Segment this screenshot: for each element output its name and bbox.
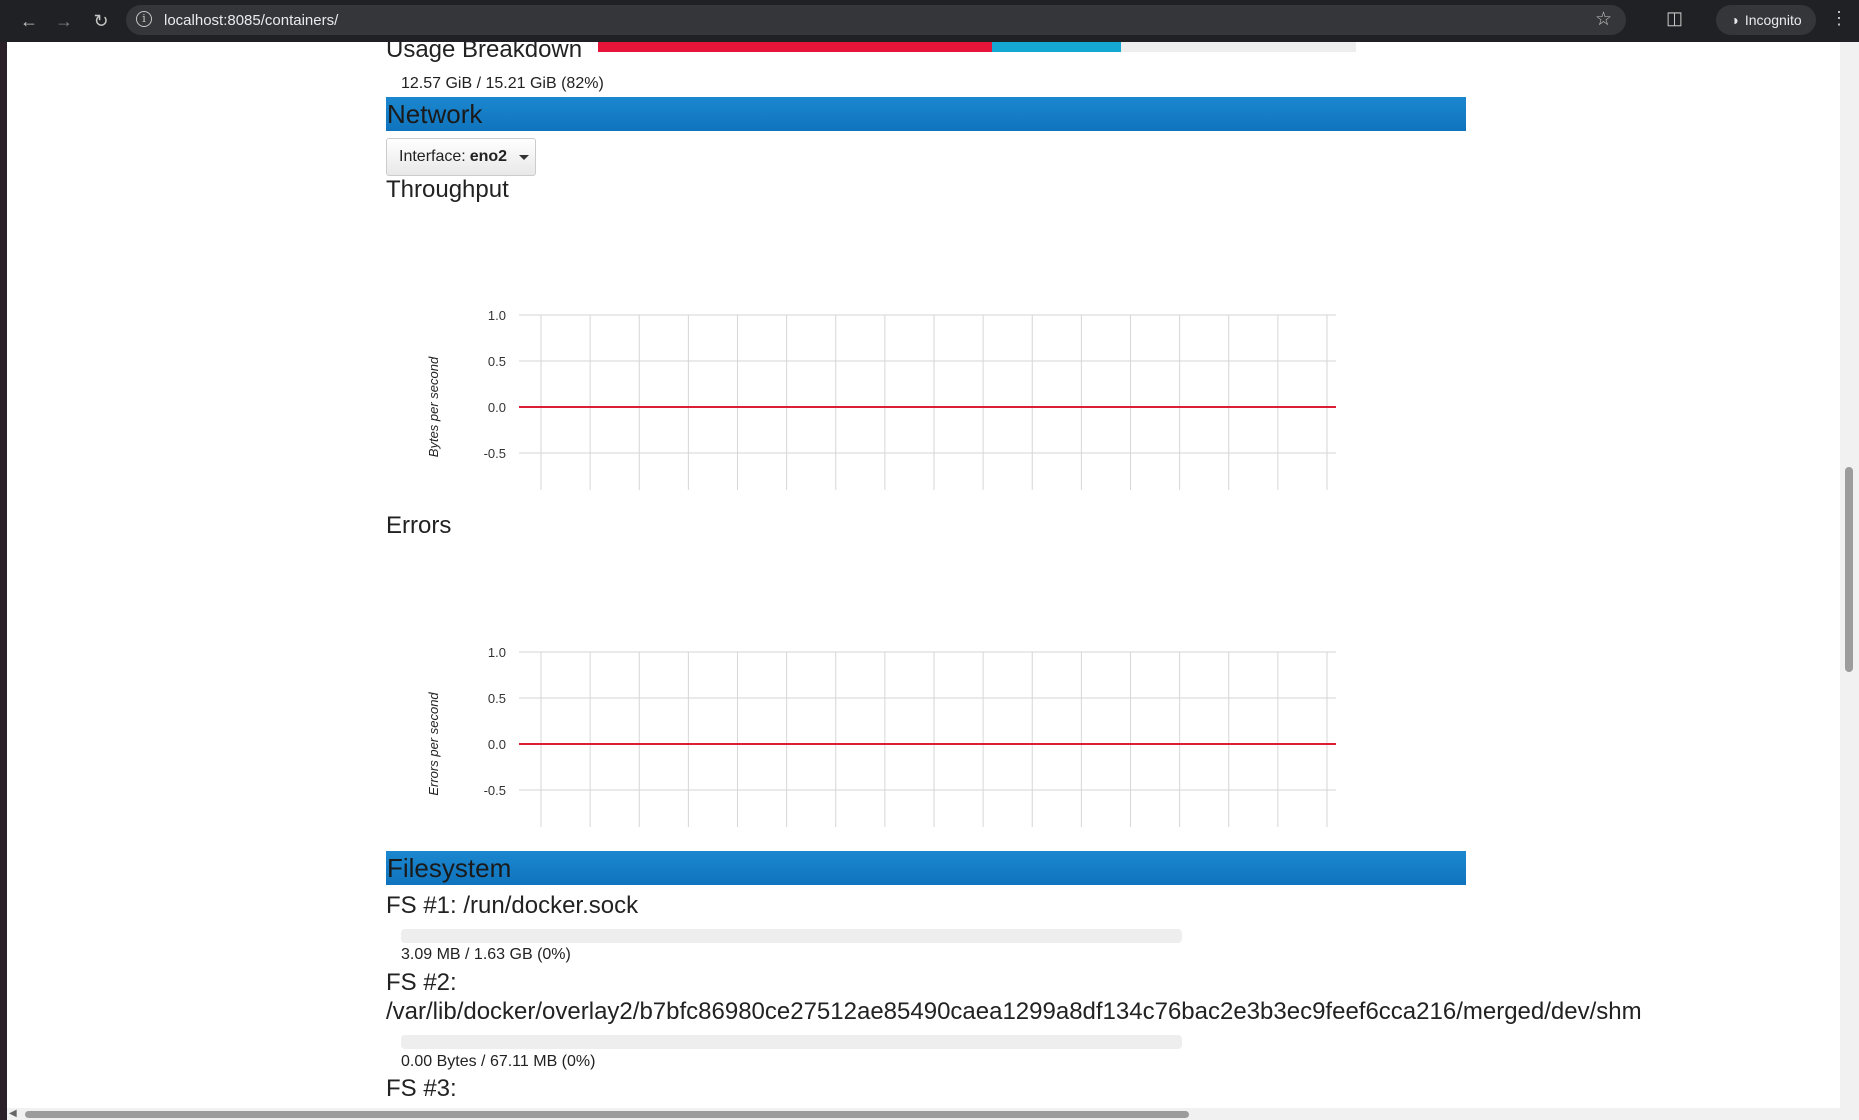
back-arrow-icon[interactable]: ← bbox=[16, 8, 42, 34]
memory-usage-segment-cache bbox=[992, 42, 1122, 52]
filesystem-section-header: Filesystem bbox=[386, 851, 1466, 885]
site-info-icon[interactable]: i bbox=[136, 11, 152, 27]
y-tick-label: 1.0 bbox=[488, 308, 506, 323]
errors-heading: Errors bbox=[386, 512, 452, 539]
throughput-chart: 1.00.50.0-0.5-1.04:34:35 PMUTC+5:304:34:… bbox=[386, 220, 1386, 490]
y-tick-label: 1.0 bbox=[488, 645, 506, 660]
memory-usage-segment-used bbox=[598, 42, 993, 52]
errors-chart: 1.00.50.0-0.5-1.04:34:35 PMUTC+5:304:34:… bbox=[386, 557, 1386, 827]
usage-breakdown-heading: Usage Breakdown bbox=[386, 42, 583, 63]
y-tick-label: 0.5 bbox=[488, 691, 506, 706]
fs-2-label: FS #2: bbox=[386, 969, 457, 996]
y-tick-label: 0.0 bbox=[488, 400, 506, 415]
fs-2-usage-bar bbox=[401, 1035, 1182, 1049]
interface-label: Interface: bbox=[399, 148, 466, 165]
scroll-left-icon[interactable]: ◀ bbox=[9, 1108, 17, 1119]
url-text: localhost:8085/containers/ bbox=[164, 12, 339, 29]
fs-1-usage-bar bbox=[401, 929, 1182, 943]
page-content: Usage Breakdown 12.57 GiB / 15.21 GiB (8… bbox=[0, 42, 1840, 1120]
y-tick-label: 0.0 bbox=[488, 737, 506, 752]
reload-icon[interactable]: ↻ bbox=[88, 8, 114, 34]
chart-svg: 1.00.50.0-0.5-1.04:34:35 PMUTC+5:304:34:… bbox=[426, 645, 1336, 827]
bookmark-star-icon[interactable]: ☆ bbox=[1595, 8, 1612, 31]
incognito-label: Incognito bbox=[1744, 12, 1802, 28]
incognito-badge[interactable]: ◑ Incognito bbox=[1716, 5, 1816, 35]
chart-svg: 1.00.50.0-0.5-1.04:34:35 PMUTC+5:304:34:… bbox=[426, 308, 1336, 490]
fs-2-usage-text: 0.00 Bytes / 67.11 MB (0%) bbox=[401, 1053, 596, 1070]
interface-dropdown[interactable]: Interface: eno2 bbox=[386, 138, 536, 176]
y-axis-label: Bytes per second bbox=[426, 356, 441, 457]
page-viewport: Usage Breakdown 12.57 GiB / 15.21 GiB (8… bbox=[0, 42, 1859, 1120]
browser-toolbar: ← → ↻ i localhost:8085/containers/ ☆ ◫ ◑… bbox=[0, 0, 1859, 42]
interface-value: eno2 bbox=[469, 148, 508, 165]
fs-1-label: FS #1: /run/docker.sock bbox=[386, 892, 639, 919]
forward-arrow-icon[interactable]: → bbox=[51, 8, 77, 34]
browser-menu-icon[interactable]: ⋮ bbox=[1830, 8, 1848, 29]
fs-1-usage-text: 3.09 MB / 1.63 GB (0%) bbox=[401, 946, 571, 963]
memory-usage-text: 12.57 GiB / 15.21 GiB (82%) bbox=[401, 75, 604, 92]
y-axis-label: Errors per second bbox=[426, 692, 441, 796]
horizontal-scrollbar-thumb[interactable] bbox=[25, 1111, 1189, 1118]
vertical-scrollbar[interactable] bbox=[1840, 42, 1859, 1120]
network-section-header: Network bbox=[386, 97, 1466, 131]
extensions-icon[interactable]: ◫ bbox=[1666, 8, 1683, 29]
vertical-scrollbar-thumb[interactable] bbox=[1845, 467, 1853, 672]
memory-usage-bar bbox=[598, 42, 1356, 52]
incognito-icon: ◑ bbox=[1730, 12, 1739, 28]
fs-2-path: /var/lib/docker/overlay2/b7bfc86980ce275… bbox=[386, 998, 1642, 1025]
y-tick-label: 0.5 bbox=[488, 354, 506, 369]
y-tick-label: -0.5 bbox=[484, 783, 506, 798]
fs-3-label: FS #3: bbox=[386, 1075, 457, 1102]
throughput-heading: Throughput bbox=[386, 176, 509, 203]
horizontal-scrollbar[interactable]: ◀ bbox=[7, 1108, 1840, 1120]
address-bar[interactable]: i localhost:8085/containers/ ☆ bbox=[126, 5, 1626, 35]
chevron-down-icon bbox=[519, 154, 530, 160]
y-tick-label: -0.5 bbox=[484, 446, 506, 461]
